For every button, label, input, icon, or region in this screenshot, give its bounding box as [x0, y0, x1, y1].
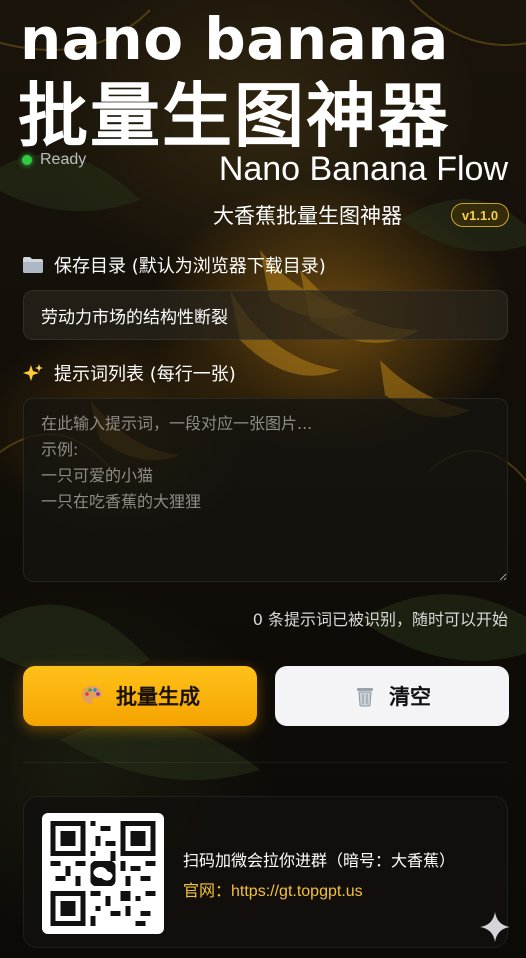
batch-generate-label: 批量生成 — [116, 685, 200, 709]
prompt-list-label-text: 提示词列表 (每行一张) — [54, 364, 236, 385]
batch-generate-button[interactable]: 批量生成 — [23, 666, 257, 726]
prompt-textarea[interactable] — [23, 398, 508, 582]
trash-icon — [353, 684, 377, 708]
app-title-cn: 批量生图神器 — [18, 75, 450, 157]
app-subtitle-cn: 大香蕉批量生图神器 — [213, 204, 402, 228]
prompt-list-label: 提示词列表 (每行一张) — [22, 360, 236, 386]
save-dir-label-text: 保存目录 (默认为浏览器下载目录) — [54, 256, 326, 277]
website-link[interactable]: https://gt.topgpt.us — [231, 883, 363, 900]
status-text: Ready — [40, 151, 87, 168]
status-indicator: Ready — [22, 151, 86, 169]
wechat-qr-code — [42, 813, 164, 934]
folder-icon — [22, 255, 44, 275]
status-dot-icon — [22, 155, 32, 165]
website-label: 官网： — [183, 881, 232, 900]
prompt-count-text: 0 条提示词已被识别，随时可以开始 — [252, 610, 508, 629]
sparkles-icon — [22, 363, 44, 383]
app-subtitle: Nano Banana Flow — [218, 150, 508, 188]
divider — [23, 762, 508, 763]
clear-label: 清空 — [389, 685, 431, 709]
join-group-text: 扫码加微会拉你进群（暗号：大香蕉） — [183, 851, 456, 870]
clear-button[interactable]: 清空 — [275, 666, 509, 726]
save-dir-input[interactable] — [23, 290, 508, 340]
app-title-en: nano banana — [20, 5, 449, 73]
website-line: 官网：https://gt.topgpt.us — [183, 877, 363, 901]
sparkle-icon — [480, 912, 510, 942]
palette-icon — [80, 684, 104, 708]
version-badge: v1.1.0 — [451, 203, 509, 227]
save-dir-label: 保存目录 (默认为浏览器下载目录) — [22, 252, 326, 278]
